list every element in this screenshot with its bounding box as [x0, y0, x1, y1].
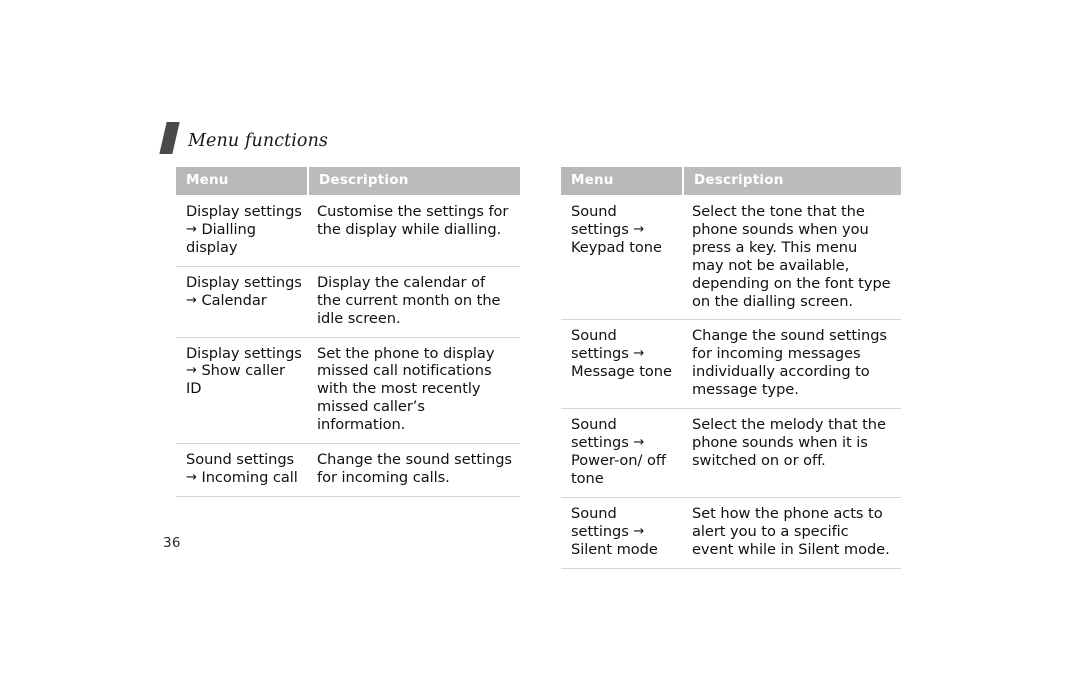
arrow-right-icon: →	[186, 470, 197, 486]
arrow-right-icon: →	[633, 523, 645, 539]
table-header-row: Menu Description	[176, 167, 520, 195]
menu-path-cell: Display settings → Show caller ID	[176, 337, 308, 445]
table-body-left: Display settings → Dialling display Cust…	[176, 194, 520, 498]
table-row: Display settings → Dialling display Cust…	[176, 194, 520, 267]
description-cell: Select the melody that the phone sounds …	[683, 408, 901, 499]
description-cell: Customise the settings for the display w…	[308, 194, 520, 267]
chapter-mark-icon	[159, 122, 180, 154]
menu-path-cell: Sound settings → Silent mode	[561, 497, 683, 569]
table-head-left: Menu Description	[176, 167, 520, 195]
menu-path-level1: Sound settings	[571, 202, 629, 238]
menu-path-cell: Display settings → Calendar	[176, 266, 308, 338]
column-header-description: Description	[683, 167, 901, 195]
menu-path-level3: Calendar	[201, 291, 267, 309]
menu-table-left: Menu Description Display settings → Dial…	[176, 167, 520, 498]
table-row: Display settings → Calendar Display the …	[176, 266, 520, 338]
arrow-right-icon: →	[633, 346, 645, 362]
description-cell: Set the phone to display missed call not…	[308, 337, 520, 445]
table-row: Sound settings → Message tone Change the…	[561, 319, 901, 410]
menu-path-level3: Show caller ID	[186, 362, 285, 398]
menu-path-level2: settings	[244, 344, 302, 362]
column-header-menu: Menu	[176, 167, 309, 195]
table-row: Display settings → Show caller ID Set th…	[176, 337, 520, 445]
description-cell: Select the tone that the phone sounds wh…	[683, 194, 901, 321]
table-header-row: Menu Description	[561, 167, 901, 195]
arrow-right-icon: →	[186, 292, 197, 308]
table-row: Sound settings → Keypad tone Select the …	[561, 194, 901, 321]
menu-path-level1: Display	[186, 344, 240, 362]
description-cell: Display the calendar of the current mont…	[308, 266, 520, 338]
column-header-description: Description	[308, 167, 520, 195]
running-head: Menu functions	[159, 118, 329, 154]
description-cell: Change the sound settings for incoming c…	[308, 443, 520, 498]
menu-path-level2: settings	[244, 202, 302, 220]
menu-path-level1: Sound settings	[186, 451, 295, 469]
arrow-right-icon: →	[186, 363, 197, 379]
document-page: Menu functions Menu Description Display …	[0, 0, 1080, 696]
menu-path-cell: Sound settings → Power-on/ off tone	[561, 408, 683, 499]
menu-path-level3: Silent mode	[571, 540, 658, 558]
menu-path-level1: Sound settings	[571, 505, 629, 540]
table-row: Sound settings → Incoming call Change th…	[176, 443, 520, 498]
description-cell: Set how the phone acts to alert you to a…	[683, 497, 901, 569]
menu-path-cell: Sound settings → Incoming call	[176, 443, 308, 498]
menu-path-level3: Keypad tone	[571, 238, 662, 256]
page-title: Menu functions	[188, 130, 329, 151]
column-header-menu: Menu	[561, 167, 684, 195]
table-row: Sound settings → Power-on/ off tone Sele…	[561, 408, 901, 499]
menu-path-level3: Message tone	[571, 363, 672, 381]
page-number: 36	[163, 535, 181, 551]
arrow-right-icon: →	[186, 221, 197, 237]
menu-path-cell: Sound settings → Message tone	[561, 319, 683, 410]
menu-path-level1: Display	[186, 202, 240, 220]
menu-path-level3: Incoming call	[201, 469, 298, 487]
arrow-right-icon: →	[633, 435, 645, 451]
menu-path-level3: Power-on/ off tone	[571, 452, 667, 488]
table-head-right: Menu Description	[561, 167, 901, 195]
arrow-right-icon: →	[633, 221, 645, 237]
menu-path-level1: Sound settings	[571, 416, 629, 452]
menu-path-cell: Display settings → Dialling display	[176, 194, 308, 267]
menu-path-level1: Display	[186, 273, 240, 291]
menu-path-level2: settings	[244, 273, 302, 291]
description-cell: Change the sound settings for incoming m…	[683, 319, 901, 410]
menu-path-level1: Sound settings	[571, 327, 629, 363]
table-row: Sound settings → Silent mode Set how the…	[561, 497, 901, 569]
menu-table-right: Menu Description Sound settings → Keypad…	[561, 167, 901, 569]
menu-path-cell: Sound settings → Keypad tone	[561, 194, 683, 321]
table-body-right: Sound settings → Keypad tone Select the …	[561, 194, 901, 569]
